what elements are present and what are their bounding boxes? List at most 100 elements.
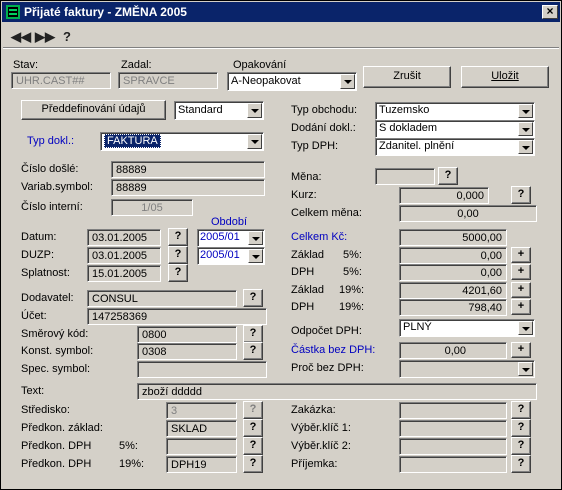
prijemka-lookup-button[interactable]: ?	[511, 455, 531, 473]
zaklad5-add-button[interactable]: +	[511, 247, 531, 263]
text-field[interactable]: zboží ddddd	[137, 383, 537, 400]
zaklad19-pct: 19%:	[339, 284, 365, 296]
castka-add-button[interactable]: +	[511, 342, 531, 358]
zaklad19-add-button[interactable]: +	[511, 282, 531, 298]
chevron-down-icon[interactable]	[518, 362, 533, 376]
toolbar-separator	[3, 47, 559, 49]
prijemka-field[interactable]	[399, 456, 507, 473]
chevron-down-icon[interactable]	[248, 231, 263, 245]
kurz-lookup-button[interactable]: ?	[511, 186, 531, 204]
datum-label: Datum:	[21, 231, 57, 243]
predkon-zaklad-lookup-button[interactable]: ?	[243, 419, 263, 437]
dph19-add-button[interactable]: +	[511, 299, 531, 315]
mena-field[interactable]	[375, 168, 435, 185]
zakazka-lookup-button[interactable]: ?	[511, 401, 531, 419]
invoice-window: Přijaté faktury - ZMĚNA 2005 × ◀◀ ▶▶ ? S…	[0, 0, 562, 490]
stav-field: UHR.CAST##	[11, 72, 111, 89]
obdobi2-select[interactable]: 2005/01	[197, 247, 265, 265]
chevron-down-icon[interactable]	[518, 104, 533, 118]
vyber1-lookup-button[interactable]: ?	[511, 419, 531, 437]
variab-field[interactable]: 88889	[111, 179, 265, 196]
vyber2-field[interactable]	[399, 438, 507, 455]
smerovy-field[interactable]: 0800	[137, 326, 237, 343]
stav-label: Stav:	[13, 59, 39, 71]
kurz-field[interactable]: 0,000	[399, 187, 489, 204]
opakovani-label: Opakování	[233, 59, 287, 71]
zaklad19-field[interactable]: 4201,60	[399, 282, 507, 299]
odpocet-label: Odpočet DPH:	[291, 325, 362, 337]
typ-obchodu-select[interactable]: Tuzemsko	[375, 102, 535, 120]
splatnost-field[interactable]: 15.01.2005	[87, 265, 161, 282]
typ-obchodu-label: Typ obchodu:	[291, 104, 358, 116]
cancel-button[interactable]: Zrušit	[363, 66, 451, 88]
duzp-label: DUZP:	[21, 249, 54, 261]
proc-select[interactable]	[399, 360, 535, 378]
predkon-dph19-lookup-button[interactable]: ?	[243, 455, 263, 473]
dph19-field[interactable]: 798,40	[399, 299, 507, 316]
cislo-dosle-label: Číslo došlé:	[21, 163, 79, 175]
dph5-label: DPH	[291, 266, 315, 278]
opakovani-select[interactable]: A-Neopakovat	[227, 72, 357, 91]
mena-lookup-button[interactable]: ?	[438, 167, 458, 185]
save-button[interactable]: Uložit	[461, 66, 549, 88]
celkem-mena-label: Celkem měna:	[291, 207, 362, 219]
dodavatel-label: Dodavatel:	[21, 292, 74, 304]
datum-field[interactable]: 03.01.2005	[87, 229, 161, 246]
datum-picker-button[interactable]: ?	[168, 228, 188, 246]
duzp-picker-button[interactable]: ?	[168, 246, 188, 264]
dodani-select[interactable]: S dokladem	[375, 120, 535, 138]
zaklad5-pct: 5%:	[343, 249, 362, 261]
duzp-field[interactable]: 03.01.2005	[87, 247, 161, 264]
cislo-dosle-field[interactable]: 88889	[111, 161, 265, 178]
konst-label: Konst. symbol:	[21, 345, 94, 357]
chevron-down-icon[interactable]	[248, 249, 263, 263]
konst-field[interactable]: 0308	[137, 343, 237, 360]
predefine-button[interactable]: Předdefinování údajů	[21, 100, 166, 120]
standard-select[interactable]: Standard	[174, 101, 264, 120]
zaklad5-field[interactable]: 0,00	[399, 247, 507, 264]
dph5-field[interactable]: 0,00	[399, 264, 507, 281]
chevron-down-icon[interactable]	[340, 74, 355, 89]
predkon-dph19-field[interactable]: DPH19	[166, 456, 237, 473]
predkon-dph5-lookup-button[interactable]: ?	[243, 437, 263, 455]
ucet-field[interactable]: 147258369	[87, 308, 267, 325]
dodavatel-lookup-button[interactable]: ?	[243, 289, 263, 307]
typ-dokl-label: Typ dokl.:	[27, 135, 75, 147]
dodavatel-field[interactable]: CONSUL	[87, 290, 237, 307]
odpocet-select[interactable]: PLNÝ	[399, 319, 535, 337]
dph19-pct: 19%:	[339, 301, 365, 313]
obdobi-label: Období	[211, 216, 248, 228]
mena-label: Měna:	[291, 171, 322, 183]
chevron-down-icon[interactable]	[518, 122, 533, 136]
smerovy-lookup-button[interactable]: ?	[243, 325, 263, 343]
next-record-icon[interactable]: ▶▶	[35, 29, 55, 45]
chevron-down-icon[interactable]	[518, 321, 533, 335]
chevron-down-icon[interactable]	[518, 140, 533, 154]
typ-dokl-select[interactable]: FAKTURA	[100, 132, 264, 151]
konst-lookup-button[interactable]: ?	[243, 342, 263, 360]
vyber2-lookup-button[interactable]: ?	[511, 437, 531, 455]
help-icon[interactable]: ?	[63, 29, 71, 44]
zakazka-field[interactable]	[399, 402, 507, 419]
predkon-zaklad-field[interactable]: SKLAD	[166, 420, 237, 437]
stredisko-lookup-button[interactable]: ?	[243, 401, 263, 419]
typ-dph-select[interactable]: Zdanitel. plnění	[375, 138, 535, 156]
zadal-field: SPRAVCE	[118, 72, 218, 89]
close-button[interactable]: ×	[542, 5, 558, 19]
dph5-add-button[interactable]: +	[511, 264, 531, 280]
vyber2-label: Výběr.klíč 2:	[291, 440, 351, 452]
celkem-kc-label: Celkem Kč:	[291, 231, 348, 243]
spec-field[interactable]	[137, 361, 267, 378]
celkem-mena-field[interactable]: 0,00	[399, 205, 537, 222]
vyber1-field[interactable]	[399, 420, 507, 437]
chevron-down-icon[interactable]	[247, 134, 262, 149]
celkem-kc-field[interactable]: 5000,00	[399, 229, 507, 246]
first-record-icon[interactable]: ◀◀	[11, 29, 31, 45]
ucet-label: Účet:	[21, 310, 47, 322]
obdobi1-select[interactable]: 2005/01	[197, 229, 265, 247]
splatnost-picker-button[interactable]: ?	[168, 264, 188, 282]
castka-field[interactable]: 0,00	[399, 342, 507, 359]
kurz-label: Kurz:	[291, 189, 317, 201]
chevron-down-icon[interactable]	[247, 103, 262, 118]
predkon-dph5-field[interactable]	[166, 438, 237, 455]
